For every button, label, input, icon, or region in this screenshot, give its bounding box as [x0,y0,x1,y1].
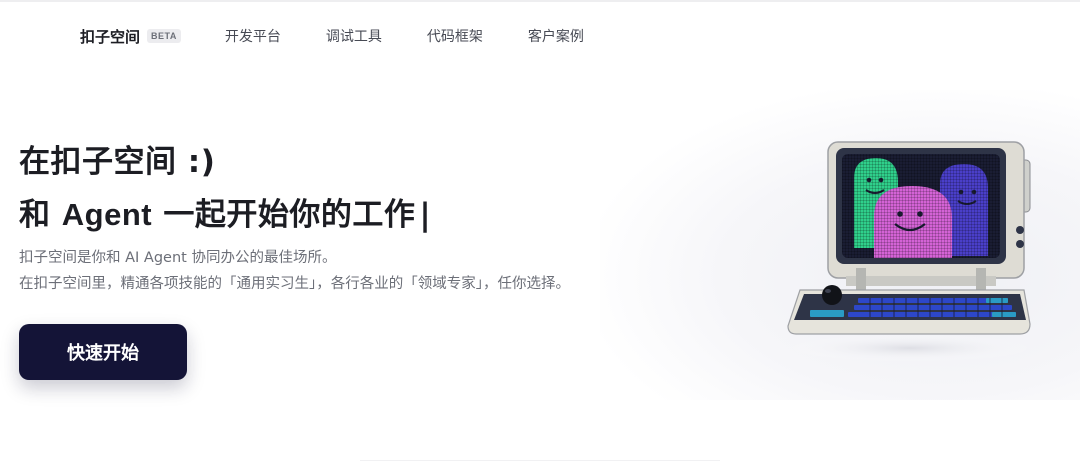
typing-cursor: | [419,197,432,233]
brand-name[interactable]: 扣子空间 [80,26,140,47]
retro-computer-illustration [785,141,1035,362]
nav-item-debug-tools[interactable]: 调试工具 [326,26,382,46]
brand[interactable]: 扣子空间 BETA [80,26,181,47]
top-divider [0,0,1080,2]
hero-title-line2: 和 Agent 一起开始你的工作 | [19,189,431,234]
beta-badge: BETA [147,29,181,43]
nav-item-code-framework[interactable]: 代码框架 [427,26,483,46]
hero-title-line1: 在扣子空间 :) [19,144,216,180]
bottom-divider [360,460,720,461]
nav-item-dev-platform[interactable]: 开发平台 [225,26,281,46]
top-nav: 扣子空间 BETA 开发平台 调试工具 代码框架 客户案例 [80,24,629,48]
nav-item-customer-cases[interactable]: 客户案例 [528,26,584,46]
quick-start-button[interactable]: 快速开始 [19,324,187,380]
hero-title-suffix: 一起开始你的工作 [152,197,416,233]
hero-desc-line1: 扣子空间是你和 AI Agent 协同办公的最佳场所。 [19,250,337,266]
hero-title-agent: Agent [61,197,153,232]
hero-description: 扣子空间是你和 AI Agent 协同办公的最佳场所。 在扣子空间里，精通各项技… [19,245,570,297]
hero-desc-line2: 在扣子空间里，精通各项技能的「通用实习生」，各行各业的「领域专家」，任你选择。 [19,276,570,292]
hero-title-prefix: 和 [19,197,62,233]
